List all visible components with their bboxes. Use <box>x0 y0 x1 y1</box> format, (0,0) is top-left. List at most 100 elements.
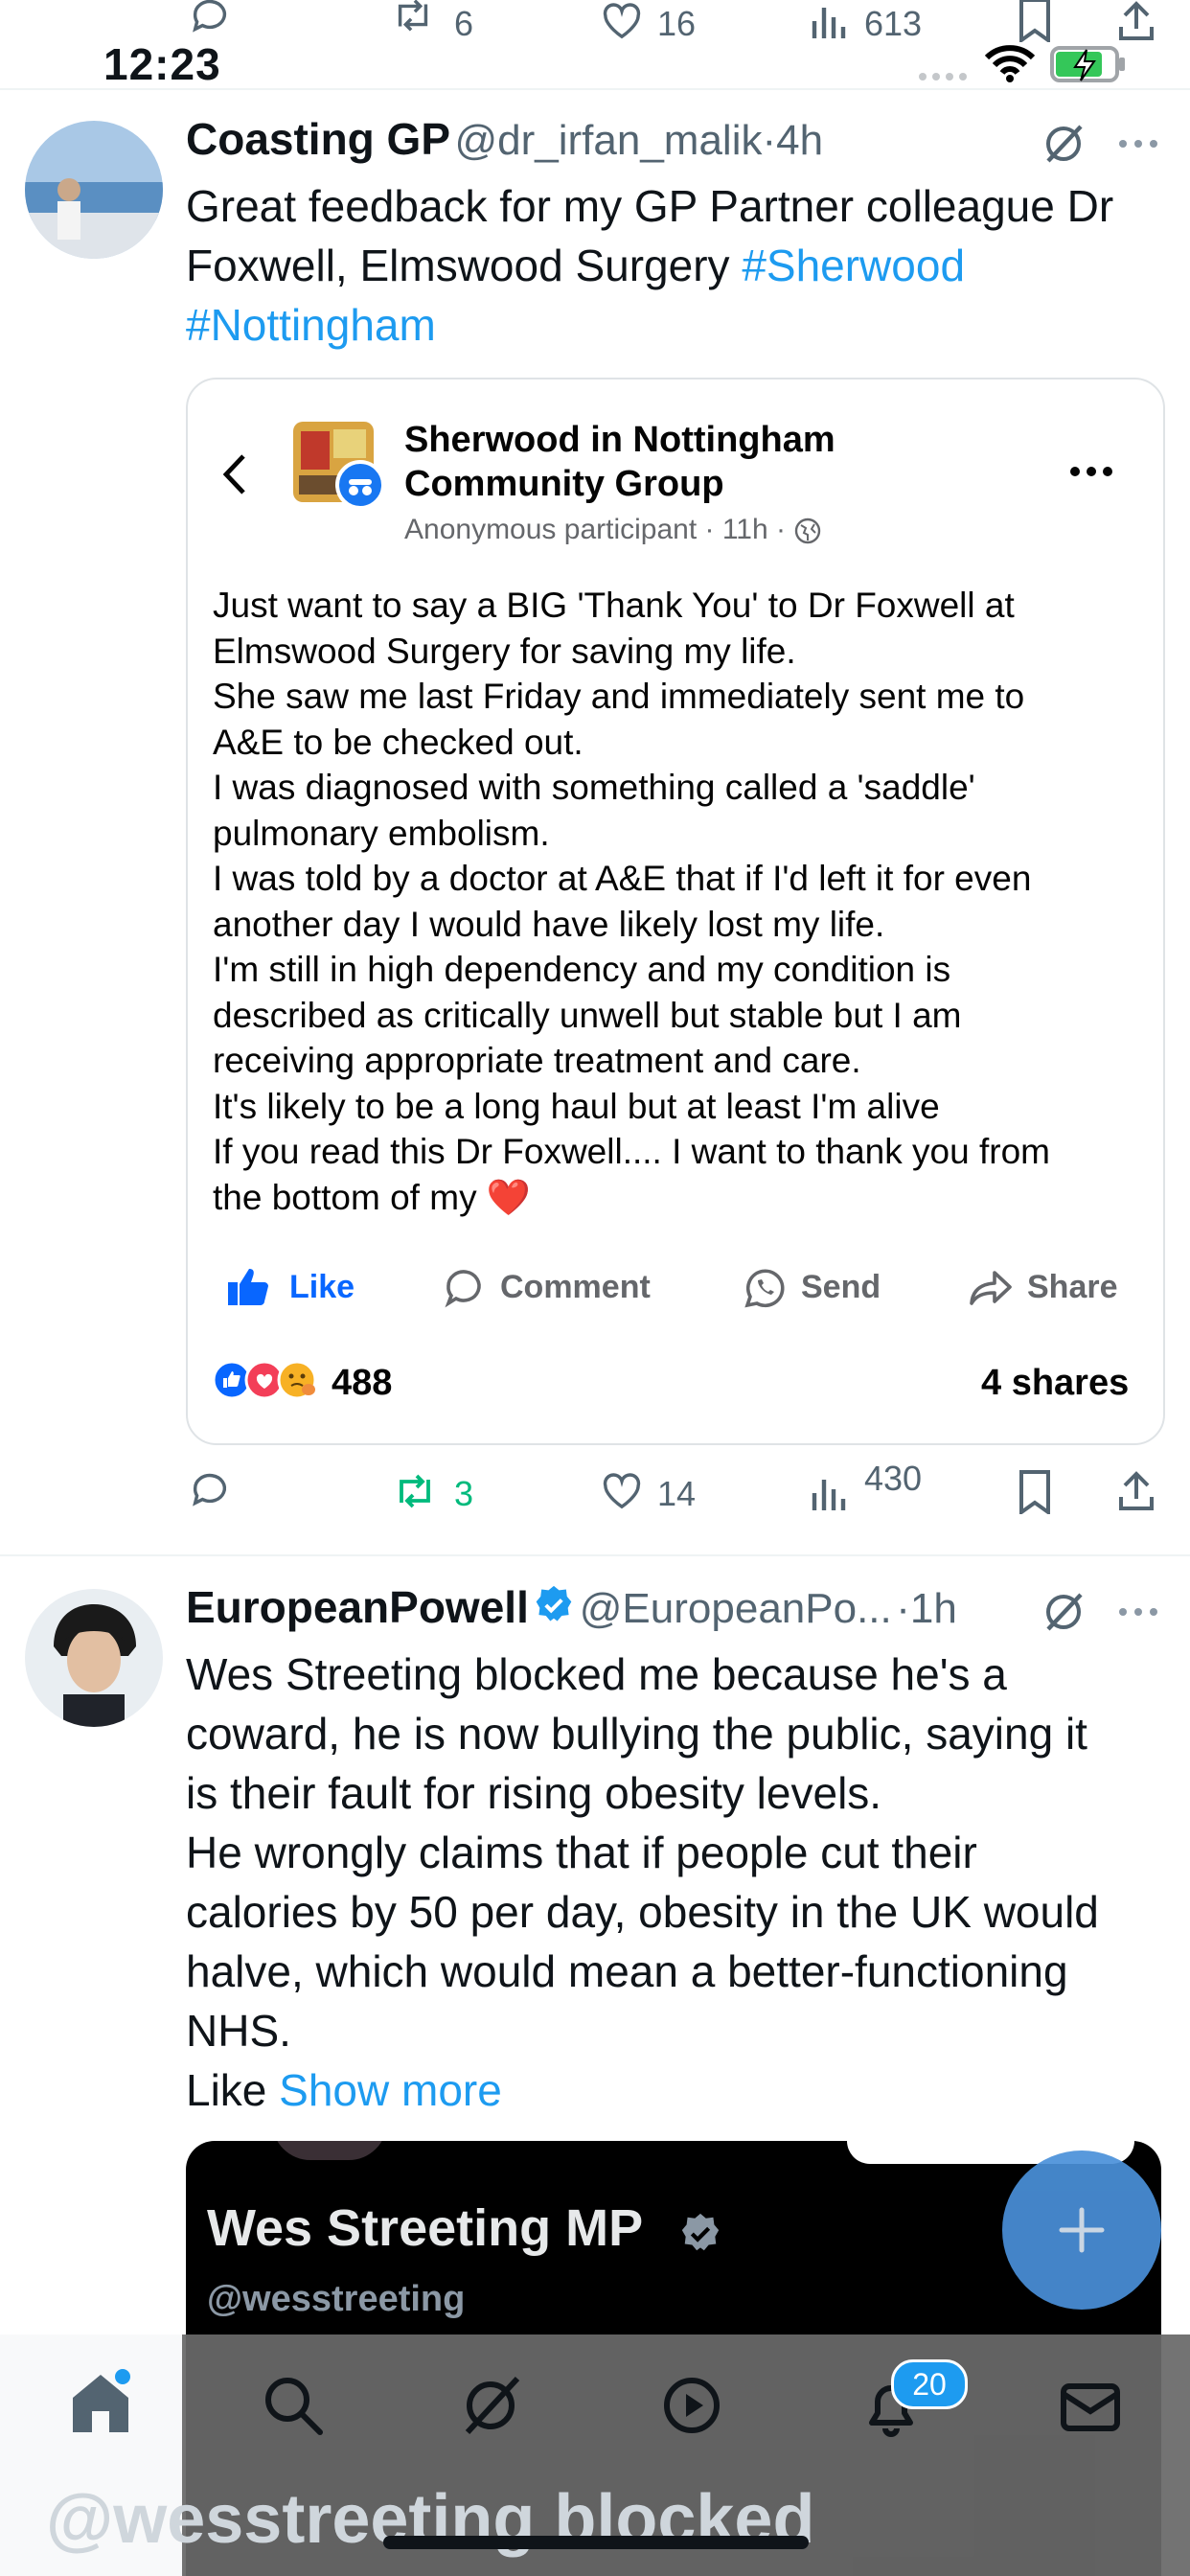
tweet-header: Coasting GP @dr_irfan_malik·4h <box>186 113 823 165</box>
group-name-line2: Community Group <box>404 464 724 504</box>
post-line: I'm still in high dependency and my cond… <box>213 950 951 989</box>
tweet-line: NHS. <box>186 2006 291 2056</box>
embedded-name: Wes Streeting MP <box>207 2199 644 2257</box>
post-line: She saw me last Friday and immediately s… <box>213 677 1025 716</box>
grok-icon[interactable] <box>1041 121 1087 167</box>
tweet-line: He wrongly claims that if people cut the… <box>186 1828 977 1877</box>
divider <box>0 88 1190 90</box>
post-meta-text: Anonymous participant · 11h · <box>404 514 786 545</box>
mail-icon[interactable] <box>1060 2379 1121 2436</box>
post-line: receiving appropriate treatment and care… <box>213 1041 861 1080</box>
post-line: I was told by a doctor at A&E that if I'… <box>213 859 1032 898</box>
hashtag-link[interactable]: #Nottingham <box>186 300 436 350</box>
like-count: 14 <box>657 1474 697 1513</box>
tweet-line: halve, which would mean a better-functio… <box>186 1946 1068 1996</box>
tweet-line-prefix: Like <box>186 2065 280 2115</box>
embedded-image[interactable]: Sherwood in Nottingham Community Group A… <box>186 378 1165 1445</box>
author-name[interactable]: Coasting GP <box>186 114 450 164</box>
home-icon[interactable] <box>67 2369 134 2436</box>
fb-share-label: Share <box>1027 1269 1118 1305</box>
reply-icon[interactable] <box>188 1468 232 1512</box>
author-name[interactable]: EuropeanPowell <box>186 1582 529 1632</box>
more-options-icon[interactable] <box>1117 1606 1159 1618</box>
battery-charging-icon <box>1050 44 1129 84</box>
tweet-line: coward, he is now bullying the public, s… <box>186 1709 1087 1759</box>
avatar[interactable] <box>25 1589 163 1727</box>
fb-like-label: Like <box>289 1269 355 1305</box>
heart-icon[interactable] <box>600 2 644 40</box>
post-line: described as critically unwell but stabl… <box>213 995 962 1035</box>
views-count: 430 <box>864 1459 923 1498</box>
separator-dot: · <box>762 117 777 164</box>
views-count: 613 <box>864 4 923 43</box>
post-line: the bottom of my ❤️ <box>213 1177 531 1217</box>
back-arrow-icon <box>222 452 247 496</box>
post-meta: Anonymous participant · 11h · <box>404 514 822 546</box>
heart-icon[interactable] <box>600 1472 644 1510</box>
like-count: 16 <box>657 4 697 43</box>
retweet-count: 3 <box>454 1474 474 1513</box>
post-line: It's likely to be a long haul but at lea… <box>213 1086 940 1126</box>
post-text: Just want to say a BIG 'Thank You' to Dr… <box>213 583 1142 1220</box>
reactions-count: 488 <box>332 1363 393 1403</box>
retweet-count: 6 <box>454 4 474 43</box>
post-line: Elmswood Surgery for saving my life. <box>213 631 796 671</box>
hashtag-link[interactable]: #Sherwood <box>742 241 965 290</box>
tweet-text: Great feedback for my GP Partner colleag… <box>186 176 1154 355</box>
divider <box>0 1554 1190 1556</box>
reply-icon[interactable] <box>188 0 232 38</box>
share-icon[interactable] <box>1117 0 1156 40</box>
tweet-text: Wes Streeting blocked me because he's a … <box>186 1644 1154 2120</box>
retweet-icon[interactable] <box>391 0 435 34</box>
post-line: If you read this Dr Foxwell.... I want t… <box>213 1132 1050 1171</box>
show-more-link[interactable]: Show more <box>279 2065 502 2115</box>
embedded-handle: @wesstreeting <box>207 2279 466 2319</box>
thumbs-up-icon <box>226 1265 272 1307</box>
tweet-age: 4h <box>776 117 824 164</box>
separator-dot: · <box>896 1585 910 1632</box>
compose-button[interactable] <box>1002 2150 1161 2310</box>
avatar[interactable] <box>25 121 163 259</box>
views-icon[interactable] <box>809 4 847 40</box>
play-icon[interactable] <box>661 2375 722 2436</box>
views-counter: 430 <box>864 1459 941 1512</box>
verified-badge-icon <box>533 1584 575 1626</box>
share-icon[interactable] <box>1117 1470 1156 1510</box>
author-handle[interactable]: @dr_irfan_malik <box>454 117 762 164</box>
grok-icon[interactable] <box>460 2375 521 2436</box>
retweet-icon[interactable] <box>391 1472 439 1510</box>
verified-badge-icon <box>678 2212 722 2256</box>
more-options-icon <box>1069 466 1113 477</box>
notification-badge: 20 <box>891 2359 968 2409</box>
bookmark-icon[interactable] <box>1018 1470 1052 1514</box>
post-line: pulmonary embolism. <box>213 813 550 853</box>
tweet-header: EuropeanPowell @EuropeanPo... ·1h <box>186 1581 957 1633</box>
wifi-icon <box>985 44 1035 82</box>
profile-photo-fragment <box>272 2141 387 2160</box>
home-indicator[interactable] <box>383 2536 809 2549</box>
share-arrow-icon <box>968 1269 1014 1307</box>
post-line: another day I would have likely lost my … <box>213 904 885 944</box>
post-line: I was diagnosed with something called a … <box>213 768 975 807</box>
grok-icon[interactable] <box>1041 1589 1087 1635</box>
signal-icon <box>918 71 972 82</box>
tweet-text-plain: Great feedback for my GP Partner colleag… <box>186 181 1114 290</box>
bookmark-icon[interactable] <box>1018 0 1052 42</box>
group-name-line1: Sherwood in Nottingham <box>404 420 835 460</box>
tweet-line: is their fault for rising obesity levels… <box>186 1768 882 1818</box>
reactions-icon <box>211 1359 326 1401</box>
more-options-icon[interactable] <box>1117 138 1159 150</box>
tweet-line: calories by 50 per day, obesity in the U… <box>186 1887 1099 1937</box>
views-icon[interactable] <box>809 1476 847 1512</box>
post-line: A&E to be checked out. <box>213 722 584 762</box>
author-handle[interactable]: @EuropeanPo... <box>580 1585 892 1632</box>
group-avatar <box>293 422 389 508</box>
status-time: 12:23 <box>103 39 221 89</box>
group-name: Sherwood in Nottingham Community Group <box>404 418 941 506</box>
tweet-line: Wes Streeting blocked me because he's a <box>186 1649 1007 1699</box>
post-line: Just want to say a BIG 'Thank You' to Dr… <box>213 586 1015 625</box>
search-icon[interactable] <box>263 2375 324 2436</box>
shares-count: 4 shares <box>981 1363 1130 1403</box>
fb-comment-label: Comment <box>500 1269 651 1305</box>
whatsapp-icon <box>744 1267 786 1309</box>
